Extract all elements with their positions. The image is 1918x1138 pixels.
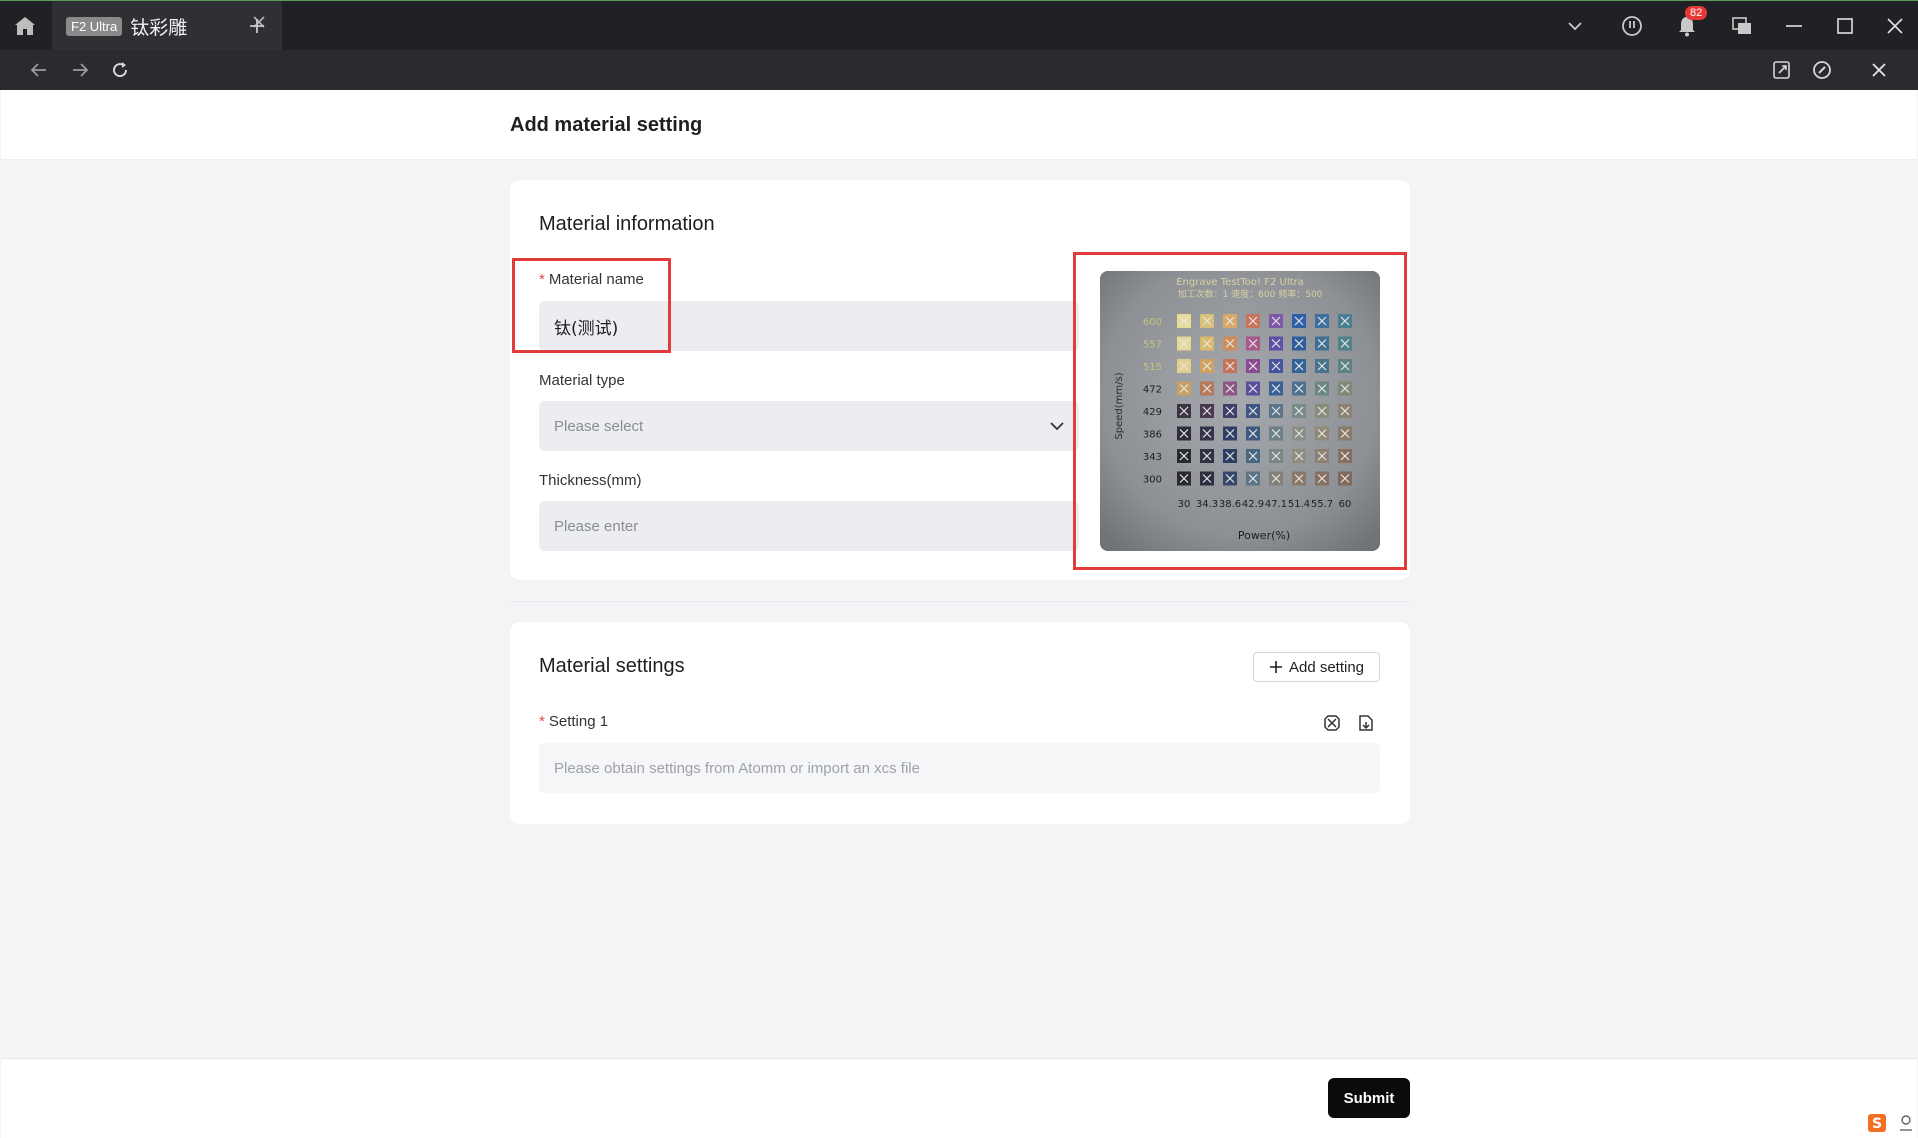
ime-logo-icon: S: [1866, 1112, 1914, 1138]
material-type-label: Material type: [539, 372, 625, 389]
bottom-action-bar: [1, 1058, 1917, 1138]
forward-arrow-icon[interactable]: [67, 58, 93, 82]
material-information-title: Material information: [539, 213, 715, 235]
import-file-icon[interactable]: [1354, 712, 1378, 734]
test-photo-highlight: [1073, 252, 1407, 570]
maximize-icon[interactable]: [1831, 13, 1859, 39]
thickness-input[interactable]: Please enter: [539, 501, 1079, 551]
add-setting-button[interactable]: Add setting: [1253, 652, 1380, 682]
alert-icon[interactable]: [1618, 12, 1646, 40]
page-title: Add material setting: [510, 114, 703, 136]
navigation-bar: [0, 50, 1918, 90]
submit-button[interactable]: Submit: [1328, 1078, 1410, 1118]
windows-icon[interactable]: [1728, 12, 1756, 40]
tab-list-chevron-icon[interactable]: [1562, 14, 1588, 38]
tab-title: 钛彩雕: [130, 16, 188, 39]
window-close-icon[interactable]: [1881, 13, 1909, 39]
compass-icon[interactable]: [1809, 57, 1835, 83]
page-header: [1, 90, 1917, 160]
section-divider: [510, 601, 1410, 602]
window-titlebar: F2 Ultra 钛彩雕 82: [0, 0, 1918, 51]
svg-text:S: S: [1872, 1116, 1882, 1132]
reload-icon[interactable]: [107, 57, 133, 83]
add-setting-label: Add setting: [1288, 658, 1365, 676]
new-tab-icon[interactable]: [244, 13, 270, 39]
material-type-select[interactable]: Please select: [539, 401, 1079, 451]
tab-badge: F2 Ultra: [66, 16, 123, 36]
back-arrow-icon[interactable]: [26, 58, 52, 82]
setting-1-label-text: Setting 1: [548, 713, 609, 730]
setting-1-input[interactable]: Please obtain settings from Atomm or imp…: [539, 743, 1380, 793]
required-asterisk: *: [539, 713, 545, 730]
notification-count-badge: 82: [1685, 6, 1708, 20]
home-icon[interactable]: [10, 13, 40, 39]
material-settings-title: Material settings: [539, 655, 685, 677]
plus-icon: [1269, 661, 1282, 673]
open-external-icon[interactable]: [1769, 57, 1795, 83]
minimize-icon[interactable]: [1780, 13, 1808, 39]
chevron-down-icon: [1049, 418, 1065, 435]
material-type-placeholder: Please select: [554, 417, 644, 435]
close-page-icon[interactable]: [1866, 57, 1892, 83]
setting-1-label: * Setting 1: [539, 713, 608, 730]
thickness-label: Thickness(mm): [539, 472, 642, 489]
material-name-highlight: [512, 258, 671, 353]
atomm-link-icon[interactable]: [1320, 712, 1344, 734]
